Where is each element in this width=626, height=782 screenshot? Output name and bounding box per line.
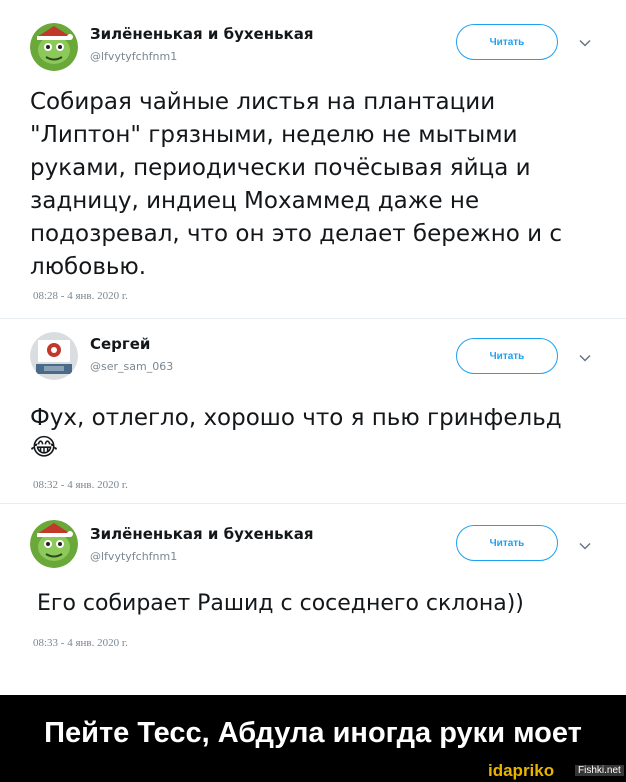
tweet-timestamp[interactable]: 08:28 - 4 янв. 2020 г. xyxy=(33,290,128,302)
author-name[interactable]: Зилёненькая и бухенькая xyxy=(90,525,313,543)
author-handle[interactable]: @lfvytyfchfnm1 xyxy=(90,550,177,563)
tweet-1: Зилёненькая и бухенькая @lfvytyfchfnm1 Ч… xyxy=(0,0,626,310)
follow-button[interactable]: Читать xyxy=(456,338,558,374)
tweet-text: Собирая чайные листья на плантации "Липт… xyxy=(30,89,563,280)
photo-avatar-icon xyxy=(30,332,78,380)
watermark-text: idapriko xyxy=(488,761,555,780)
chevron-down-icon[interactable] xyxy=(578,539,592,553)
tweet-3: Зилёненькая и бухенькая @lfvytyfchfnm1 Ч… xyxy=(0,503,626,673)
follow-button[interactable]: Читать xyxy=(456,525,558,561)
avatar[interactable] xyxy=(30,520,78,568)
chevron-down-icon[interactable] xyxy=(578,36,592,50)
tweet-timestamp[interactable]: 08:32 - 4 янв. 2020 г. xyxy=(33,479,128,491)
chevron-down-icon[interactable] xyxy=(578,351,592,365)
avatar[interactable] xyxy=(30,332,78,380)
green-cartoon-avatar-icon xyxy=(30,23,78,71)
avatar[interactable] xyxy=(30,23,78,71)
tweet-timestamp[interactable]: 08:33 - 4 янв. 2020 г. xyxy=(33,637,128,649)
author-handle[interactable]: @ser_sam_063 xyxy=(90,360,173,373)
author-handle[interactable]: @lfvytyfchfnm1 xyxy=(90,50,177,63)
tweet-text: Фух, отлегло, хорошо что я пью гринфельд xyxy=(30,405,562,431)
green-cartoon-avatar-icon xyxy=(30,520,78,568)
tweet-text: Его собирает Рашид с соседнего склона)) xyxy=(37,591,524,616)
follow-button[interactable]: Читать xyxy=(456,24,558,60)
caption-banner: Пейте Тесс, Абдула иногда руки моет idap… xyxy=(0,695,626,782)
tweet-2: Сергей @ser_sam_063 Читать Фух, отлегло,… xyxy=(0,318,626,508)
meme-caption: Пейте Тесс, Абдула иногда руки моет xyxy=(44,717,582,749)
watermark-text: Fishki.net xyxy=(575,765,624,776)
laughing-emoji: 😂 xyxy=(30,433,59,461)
author-name[interactable]: Сергей xyxy=(90,335,150,353)
author-name[interactable]: Зилёненькая и бухенькая xyxy=(90,25,313,43)
